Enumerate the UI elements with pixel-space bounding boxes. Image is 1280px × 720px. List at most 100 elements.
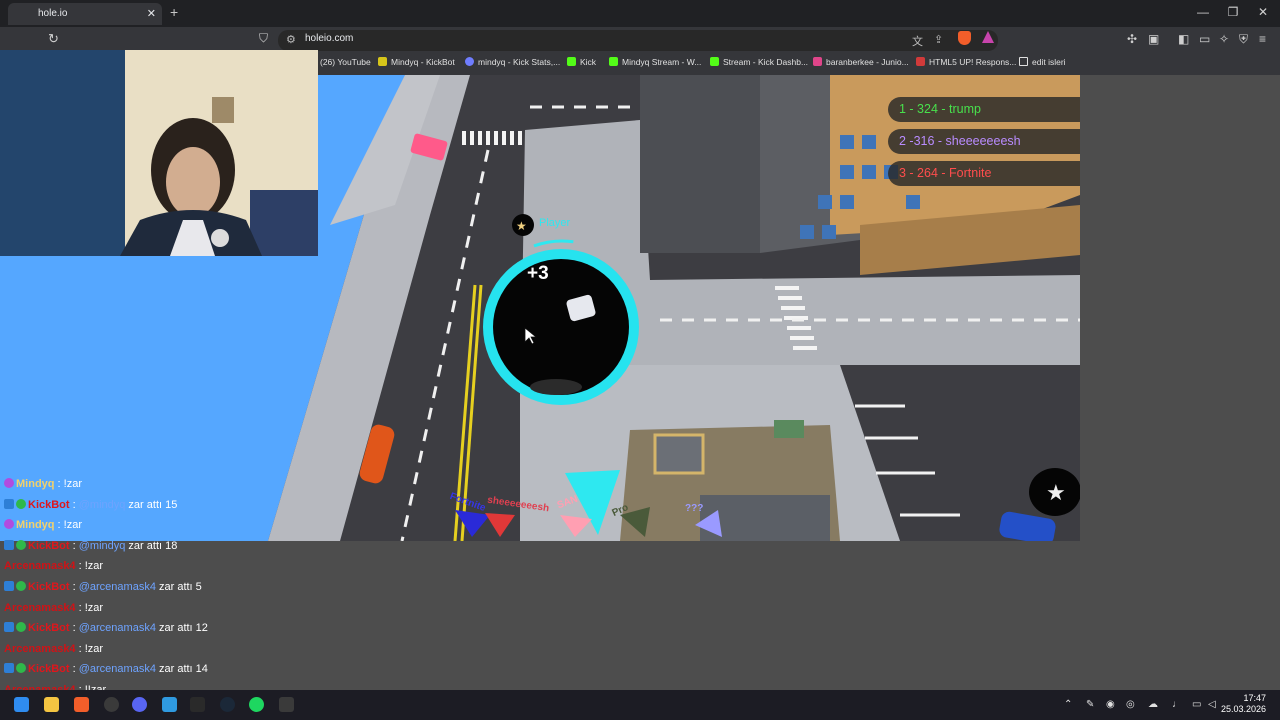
browser-tab[interactable]: hole.io ✕	[8, 3, 162, 25]
epic-games-icon[interactable]	[279, 697, 294, 712]
spotify-icon[interactable]	[249, 697, 264, 712]
chat-text: !zar	[63, 478, 83, 490]
tray-overflow-icon[interactable]: ⌃	[1064, 699, 1072, 710]
chat-message: KickBot : @mindyq zar attı 15	[4, 498, 177, 512]
brave-rewards-icon[interactable]	[982, 31, 994, 43]
chat-separator: :	[75, 601, 85, 614]
vscode-icon[interactable]	[162, 697, 177, 712]
bookmark-baranberkee[interactable]: baranberkee - Junio...	[813, 57, 909, 67]
microphone-icon[interactable]: ♩	[1172, 699, 1182, 710]
app-icon[interactable]	[190, 697, 205, 712]
translate-icon[interactable]: 文	[912, 33, 923, 49]
enemy-name-unknown: ???	[685, 503, 704, 514]
bookmark-kickbot[interactable]: Mindyq - KickBot	[378, 57, 455, 67]
tray-cloud-icon[interactable]: ☁	[1148, 699, 1158, 710]
chat-text: !zar	[84, 601, 104, 614]
kick-icon	[609, 57, 618, 66]
chat-username[interactable]: Arcenamask4	[4, 560, 76, 572]
verified-badge-icon	[16, 622, 26, 633]
tray-app-icon[interactable]: ✎	[1086, 699, 1094, 710]
tray-discord-icon[interactable]: ◉	[1106, 699, 1115, 710]
chat-separator: :	[69, 622, 79, 635]
vpn-icon[interactable]: ⛨	[1239, 32, 1248, 47]
chat-username[interactable]: KickBot	[28, 499, 70, 511]
bookmark-kick-dashboard[interactable]: Stream - Kick Dashb...	[710, 57, 808, 67]
steam-icon[interactable]	[220, 697, 235, 712]
omnibox[interactable]: ⚙ holeio.com 文 ⇪	[278, 30, 998, 51]
share-icon[interactable]: ⇪	[934, 33, 943, 46]
chat-username[interactable]: KickBot	[28, 622, 70, 634]
bot-badge-icon	[4, 622, 14, 633]
sidebar-icon[interactable]: ◧	[1178, 32, 1189, 46]
site-info-icon[interactable]: ⚙	[286, 33, 296, 46]
wallet-icon[interactable]: ▭	[1199, 32, 1210, 46]
media-icon[interactable]: ▣	[1148, 32, 1159, 46]
bookmark-kick[interactable]: Kick	[567, 57, 596, 67]
chat-username[interactable]: Mindyq	[16, 478, 55, 490]
chat-username[interactable]: Mindyq	[16, 519, 55, 531]
chat-message: Arcenamask4 : !zar	[4, 601, 103, 615]
new-tab-icon[interactable]: +	[170, 4, 178, 20]
chat-text: zar attı 14	[155, 663, 208, 676]
menu-icon[interactable]: ≡	[1259, 32, 1266, 46]
chat-text: zar attı 15	[125, 498, 178, 511]
chat-separator: :	[54, 519, 64, 532]
chat-mention: @mindyq	[78, 539, 126, 552]
obs-icon[interactable]	[104, 697, 119, 712]
chat-text: zar attı 12	[155, 622, 208, 635]
bookmark-mindyq-stream[interactable]: Mindyq Stream - W...	[609, 57, 701, 67]
broadcaster-badge-icon	[4, 519, 14, 530]
bookmark-kick-stats[interactable]: mindyq - Kick Stats,...	[465, 57, 560, 67]
score-popup: +3	[527, 263, 549, 284]
broadcaster-badge-icon	[4, 478, 14, 488]
bookmark-icon[interactable]: ⛉	[259, 31, 268, 46]
chat-message: Mindyq : !zar	[4, 477, 82, 491]
brave-browser-icon[interactable]	[74, 697, 89, 712]
leaderboard-text: 3 - 264 - Fortnite	[899, 166, 992, 180]
bot-badge-icon	[4, 539, 14, 550]
verified-badge-icon	[16, 498, 26, 509]
chat-username[interactable]: Arcenamask4	[4, 602, 76, 614]
bookmark-youtube[interactable]: (26) YouTube	[320, 57, 371, 67]
close-window-icon[interactable]: ✕	[1253, 5, 1273, 19]
chat-message: Mindyq : !zar	[4, 518, 82, 532]
extensions-icon[interactable]: ✣	[1127, 32, 1137, 46]
volume-icon[interactable]: ◁	[1208, 699, 1216, 710]
chat-separator: :	[69, 498, 79, 511]
chat-username[interactable]: KickBot	[28, 663, 70, 675]
discord-icon[interactable]	[132, 697, 147, 712]
webcam-overlay	[0, 50, 318, 256]
chat-separator: :	[69, 663, 79, 676]
browser-tab-strip: hole.io ✕ + — ❐ ✕	[0, 0, 1280, 27]
start-menu-icon[interactable]	[14, 697, 29, 712]
tray-steam-icon[interactable]: ◎	[1126, 699, 1135, 710]
bookmark-html5up[interactable]: HTML5 UP! Respons...	[916, 57, 1016, 67]
verified-badge-icon	[16, 539, 26, 550]
html5up-icon	[916, 57, 925, 66]
bookmark-folder-edit[interactable]: edit isleri	[1019, 57, 1066, 67]
chat-text: !zar	[84, 560, 104, 573]
url-text: holeio.com	[305, 33, 354, 44]
minimize-icon[interactable]: —	[1193, 5, 1213, 19]
chat-text: zar attı 18	[125, 539, 178, 552]
network-icon[interactable]: ▭	[1192, 699, 1201, 710]
file-explorer-icon[interactable]	[44, 697, 59, 712]
chat-text: !zar	[63, 519, 83, 532]
leo-ai-icon[interactable]: ✧	[1219, 32, 1229, 46]
clock-date: 25.03.2026	[1220, 704, 1266, 714]
close-tab-icon[interactable]: ✕	[147, 3, 156, 25]
chat-message: KickBot : @arcenamask4 zar attı 12	[4, 621, 208, 635]
chat-username[interactable]: KickBot	[28, 540, 70, 552]
tab-title: hole.io	[38, 8, 68, 19]
chat-username[interactable]: KickBot	[28, 581, 70, 593]
chat-username[interactable]: Arcenamask4	[4, 643, 76, 655]
system-clock[interactable]: 17:47 25.03.2026	[1221, 693, 1266, 715]
chat-message: KickBot : @arcenamask4 zar attı 14	[4, 662, 208, 676]
restore-icon[interactable]: ❐	[1223, 5, 1243, 19]
svg-text:★: ★	[1046, 481, 1066, 506]
chat-message: KickBot : @mindyq zar attı 18	[4, 539, 177, 553]
stats-icon	[465, 57, 474, 66]
brave-shield-icon[interactable]	[958, 31, 971, 45]
kickbot-icon	[378, 57, 387, 66]
reload-icon[interactable]: ↻	[48, 31, 59, 47]
